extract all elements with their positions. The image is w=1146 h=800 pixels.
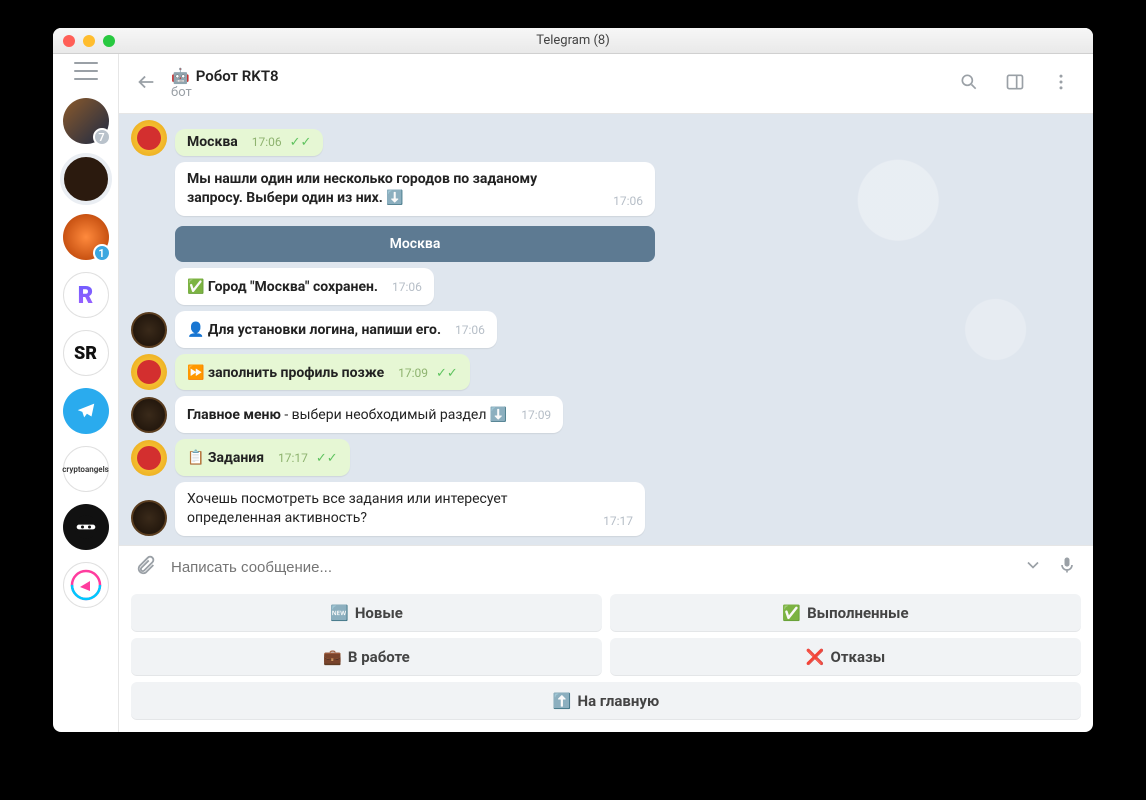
bot-avatar[interactable]	[131, 312, 167, 348]
menu-button[interactable]	[74, 62, 98, 80]
message-out[interactable]: ⏩ заполнить профиль позже 17:09 ✓✓	[175, 354, 470, 391]
bot-avatar[interactable]	[131, 500, 167, 536]
message-in[interactable]: 👤 Для установки логина, напиши его. 17:0…	[175, 311, 497, 348]
chat-avatar-8[interactable]	[63, 504, 109, 550]
chat-name[interactable]: 🤖 Робот RKT8	[171, 67, 939, 85]
message-out[interactable]: 📋 Задания 17:17 ✓✓	[175, 439, 350, 476]
ninja-icon	[72, 513, 100, 541]
chat-avatar-5[interactable]: SR	[63, 330, 109, 376]
attach-button[interactable]	[135, 554, 157, 580]
chat-avatar-9[interactable]	[63, 562, 109, 608]
chat-avatar-1[interactable]: 7	[63, 98, 109, 144]
more-vertical-icon	[1051, 72, 1071, 92]
kbd-new[interactable]: 🆕Новые	[131, 594, 602, 632]
user-avatar[interactable]	[131, 354, 167, 390]
chat-header: 🤖 Робот RKT8 бот	[119, 54, 1093, 114]
kbd-in-progress[interactable]: 💼В работе	[131, 638, 602, 676]
unread-badge: 1	[93, 244, 111, 262]
user-avatar[interactable]	[131, 120, 167, 156]
kbd-done[interactable]: ✅Выполненные	[610, 594, 1081, 632]
message-in[interactable]: Мы нашли один или несколько городов по з…	[175, 162, 655, 216]
message-in[interactable]: Главное меню - выбери необходимый раздел…	[175, 396, 563, 433]
search-button[interactable]	[953, 66, 985, 102]
composer	[119, 545, 1093, 588]
telegram-icon	[75, 400, 97, 422]
paperclip-icon	[135, 554, 157, 576]
arrow-left-icon	[135, 71, 157, 93]
unread-badge: 7	[93, 128, 111, 146]
inline-button-moscow[interactable]: Москва	[175, 226, 655, 262]
back-button[interactable]	[135, 71, 157, 97]
megaphone-icon	[70, 569, 102, 601]
more-button[interactable]	[1045, 66, 1077, 102]
kbd-home[interactable]: ⬆️На главную	[131, 682, 1081, 720]
chat-avatar-3[interactable]: 1	[63, 214, 109, 260]
app-window: Telegram (8) 7 1 R SR cryptoangels	[53, 28, 1093, 732]
bot-avatar[interactable]	[131, 397, 167, 433]
read-ticks-icon: ✓✓	[316, 451, 338, 466]
chat-avatar-4[interactable]: R	[63, 272, 109, 318]
sidebar-panel-icon	[1005, 72, 1025, 92]
voice-button[interactable]	[1057, 554, 1077, 580]
titlebar: Telegram (8)	[53, 28, 1093, 54]
read-ticks-icon: ✓✓	[290, 135, 312, 150]
message-input[interactable]	[171, 559, 1009, 576]
chat-avatar-6[interactable]	[63, 388, 109, 434]
panel-button[interactable]	[999, 66, 1031, 102]
message-out[interactable]: Москва 17:06 ✓✓	[175, 129, 323, 156]
reply-keyboard: 🆕Новые ✅Выполненные 💼В работе ❌Отказы ⬆️…	[119, 588, 1093, 732]
message-in[interactable]: Хочешь посмотреть все задания или интере…	[175, 482, 645, 536]
chat-avatar-2-active[interactable]	[63, 156, 109, 202]
chat-subtitle: бот	[171, 85, 939, 100]
bot-emoji: 🤖	[171, 67, 190, 85]
message-in[interactable]: ✅ Город "Москва" сохранен. 17:06	[175, 268, 434, 305]
microphone-icon	[1057, 554, 1077, 576]
search-icon	[959, 72, 979, 92]
chat-avatar-7[interactable]: cryptoangels	[63, 446, 109, 492]
commands-button[interactable]	[1023, 555, 1043, 579]
window-title: Telegram (8)	[53, 33, 1093, 48]
chevron-down-icon	[1023, 555, 1043, 575]
user-avatar[interactable]	[131, 440, 167, 476]
chat-area[interactable]: Москва 17:06 ✓✓ Мы нашли один или нескол…	[119, 114, 1093, 545]
read-ticks-icon: ✓✓	[436, 366, 458, 381]
sidebar: 7 1 R SR cryptoangels	[53, 54, 119, 732]
kbd-declined[interactable]: ❌Отказы	[610, 638, 1081, 676]
